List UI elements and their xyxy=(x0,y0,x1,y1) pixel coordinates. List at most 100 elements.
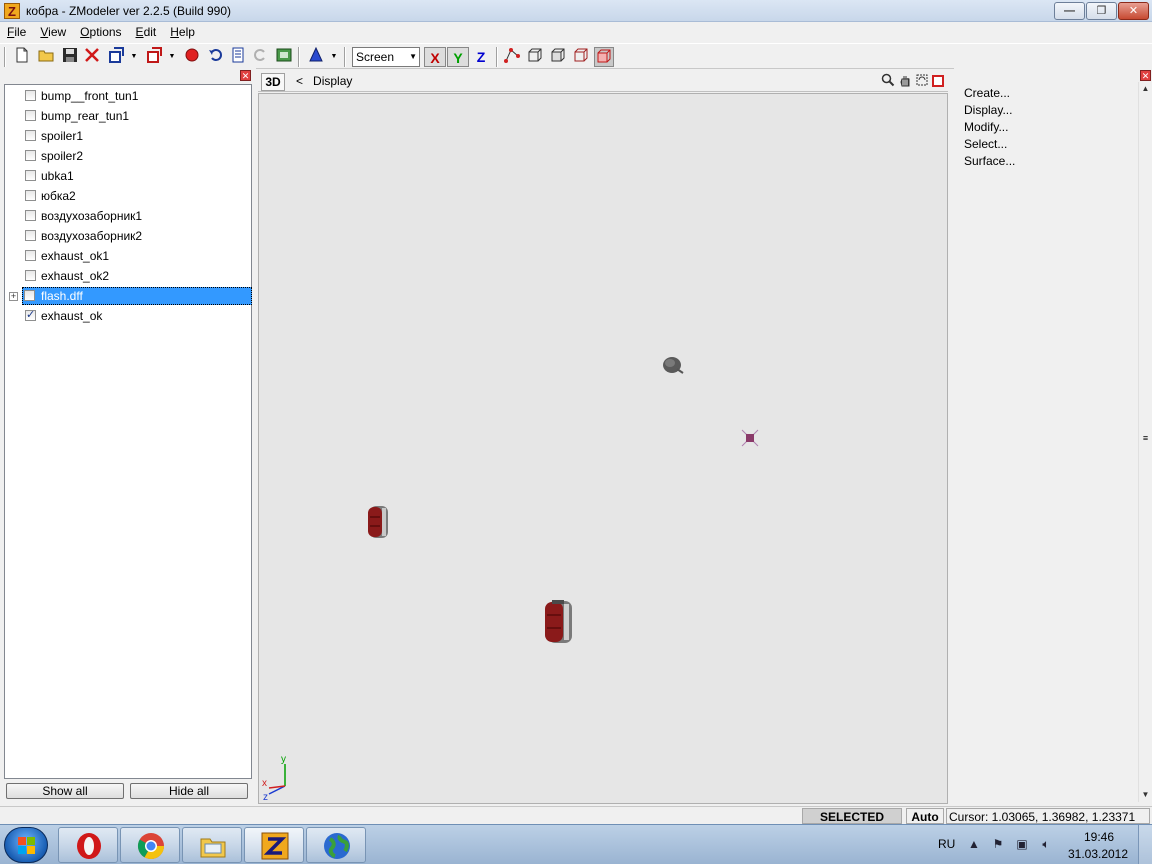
menu-edit[interactable]: Edit xyxy=(129,22,164,42)
visibility-checkbox[interactable] xyxy=(25,250,36,261)
scroll-down-icon[interactable]: ▼ xyxy=(1139,788,1152,802)
notes-icon[interactable] xyxy=(228,47,248,67)
show-desktop-button[interactable] xyxy=(1138,825,1152,864)
taskbar-globe[interactable] xyxy=(306,827,366,863)
command-create[interactable]: Create... xyxy=(964,86,1010,100)
save-icon[interactable] xyxy=(60,47,80,67)
menu-view[interactable]: View xyxy=(33,22,73,42)
import-dropdown-icon[interactable]: ▼ xyxy=(130,47,138,67)
viewport-header: 3D < Display xyxy=(258,70,948,92)
command-display[interactable]: Display... xyxy=(964,103,1012,117)
tree-item[interactable]: воздухозаборник1 xyxy=(7,207,250,225)
expand-icon[interactable]: + xyxy=(9,292,18,301)
visibility-checkbox[interactable] xyxy=(25,170,36,181)
object-tree: bump__front_tun1 bump_rear_tun1 spoiler1 sp… xyxy=(4,84,252,779)
tree-item[interactable]: ✓ exhaust_ok xyxy=(7,307,250,325)
zoom-icon[interactable] xyxy=(880,73,896,89)
scroll-grip-icon[interactable]: ≡ xyxy=(1141,434,1150,443)
keyboard-language[interactable]: RU xyxy=(938,837,955,851)
command-modify[interactable]: Modify... xyxy=(964,120,1008,134)
tree-item[interactable]: spoiler2 xyxy=(7,147,250,165)
hide-all-button[interactable]: Hide all xyxy=(130,783,248,799)
visibility-checkbox[interactable]: ✓ xyxy=(25,310,36,321)
tree-item[interactable]: exhaust_ok1 xyxy=(7,247,250,265)
clock-date[interactable]: 31.03.2012 xyxy=(1066,847,1130,861)
dummy-object-sphere[interactable] xyxy=(663,357,684,374)
close-panel-icon[interactable]: ✕ xyxy=(240,70,251,81)
auto-indicator[interactable]: Auto xyxy=(906,808,944,824)
screenshot-icon[interactable] xyxy=(274,47,294,67)
taskbar-opera[interactable] xyxy=(58,827,118,863)
taskbar-chrome[interactable] xyxy=(120,827,180,863)
import-icon[interactable] xyxy=(106,47,126,67)
tree-item[interactable]: bump__front_tun1 xyxy=(7,87,250,105)
clock-time[interactable]: 19:46 xyxy=(1072,830,1126,844)
object-mode-icon[interactable] xyxy=(571,47,591,67)
pivot-marker[interactable] xyxy=(741,429,759,447)
tree-item[interactable]: воздухозаборник2 xyxy=(7,227,250,245)
selection-mode-icon[interactable] xyxy=(594,47,614,67)
new-file-icon[interactable] xyxy=(12,47,32,67)
tree-item[interactable]: bump_rear_tun1 xyxy=(7,107,250,125)
visibility-checkbox[interactable] xyxy=(25,210,36,221)
axis-x-toggle[interactable]: X xyxy=(424,47,446,67)
tree-item[interactable]: spoiler1 xyxy=(7,127,250,145)
vertex-mode-icon[interactable] xyxy=(502,47,522,67)
command-panel-scrollbar[interactable]: ▲ ≡ ▼ xyxy=(1138,82,1152,802)
axis-z-toggle[interactable]: Z xyxy=(470,47,492,67)
menu-file[interactable]: File xyxy=(0,22,33,42)
minimize-button[interactable]: — xyxy=(1054,2,1085,20)
maximize-button[interactable]: ❐ xyxy=(1086,2,1117,20)
visibility-checkbox[interactable] xyxy=(25,190,36,201)
start-button[interactable] xyxy=(4,827,48,863)
tree-item[interactable]: exhaust_ok2 xyxy=(7,267,250,285)
cone-primitive-icon[interactable] xyxy=(306,46,326,67)
network-icon[interactable]: ▣ xyxy=(1014,837,1030,851)
visibility-checkbox[interactable] xyxy=(24,290,35,301)
command-surface[interactable]: Surface... xyxy=(964,154,1015,168)
visibility-checkbox[interactable] xyxy=(25,230,36,241)
visibility-checkbox[interactable] xyxy=(25,90,36,101)
close-icon: ✕ xyxy=(1128,5,1139,17)
tree-item[interactable]: + flash.dff xyxy=(9,287,252,305)
close-button[interactable]: ✕ xyxy=(1118,2,1149,20)
rotate-icon[interactable] xyxy=(914,73,930,89)
export-dropdown-icon[interactable]: ▼ xyxy=(168,47,176,67)
exhaust-object-2[interactable] xyxy=(545,600,572,643)
record-icon[interactable] xyxy=(182,47,202,67)
menu-options[interactable]: Options xyxy=(73,22,128,42)
close-panel-icon[interactable]: ✕ xyxy=(1140,70,1151,81)
tree-item[interactable]: юбка2 xyxy=(7,187,250,205)
maximize-viewport-icon[interactable] xyxy=(932,75,944,87)
visibility-checkbox[interactable] xyxy=(25,130,36,141)
primitive-dropdown-icon[interactable]: ▼ xyxy=(330,47,338,67)
pan-hand-icon[interactable] xyxy=(897,73,913,89)
export-icon[interactable] xyxy=(144,47,164,67)
visibility-checkbox[interactable] xyxy=(25,270,36,281)
exhaust-object-1[interactable] xyxy=(368,506,388,538)
show-all-button[interactable]: Show all xyxy=(6,783,124,799)
menu-help[interactable]: Help xyxy=(163,22,202,42)
command-select[interactable]: Select... xyxy=(964,137,1007,151)
3d-viewport[interactable]: y x z xyxy=(258,93,948,804)
view-type-button[interactable]: 3D xyxy=(261,73,285,91)
redo-icon[interactable] xyxy=(250,47,270,67)
taskbar-explorer[interactable] xyxy=(182,827,242,863)
volume-icon[interactable]: 🔈︎ xyxy=(1038,837,1054,852)
back-arrow[interactable]: < xyxy=(296,74,303,88)
visibility-checkbox[interactable] xyxy=(25,110,36,121)
open-folder-icon[interactable] xyxy=(36,47,56,67)
face-mode-icon[interactable] xyxy=(548,47,568,67)
visibility-checkbox[interactable] xyxy=(25,150,36,161)
coordinate-mode-select[interactable]: Screen ▼ xyxy=(352,47,420,67)
show-hidden-icons-icon[interactable]: ▲ xyxy=(966,837,982,851)
edge-mode-icon[interactable] xyxy=(525,47,545,67)
taskbar-zmodeler[interactable] xyxy=(244,827,304,863)
action-center-flag-icon[interactable]: ⚑ xyxy=(990,837,1006,851)
scroll-up-icon[interactable]: ▲ xyxy=(1139,82,1152,96)
zmodeler-app-icon[interactable]: Z xyxy=(4,3,20,19)
axis-y-toggle[interactable]: Y xyxy=(447,47,469,67)
delete-icon[interactable] xyxy=(82,47,102,67)
undo-icon[interactable] xyxy=(206,47,226,67)
tree-item[interactable]: ubka1 xyxy=(7,167,250,185)
